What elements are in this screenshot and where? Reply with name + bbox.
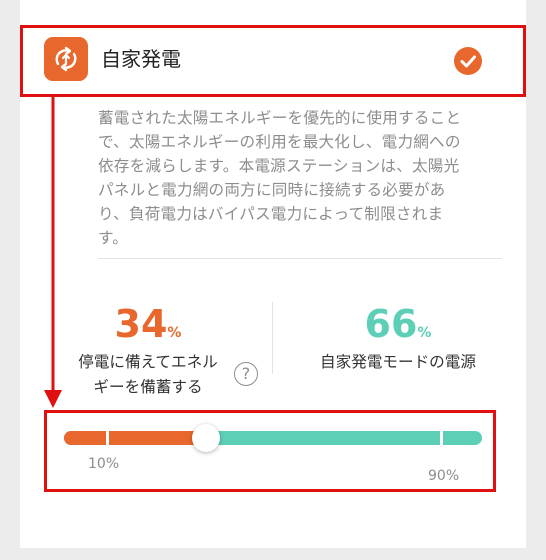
annotation-arrow <box>44 97 62 408</box>
